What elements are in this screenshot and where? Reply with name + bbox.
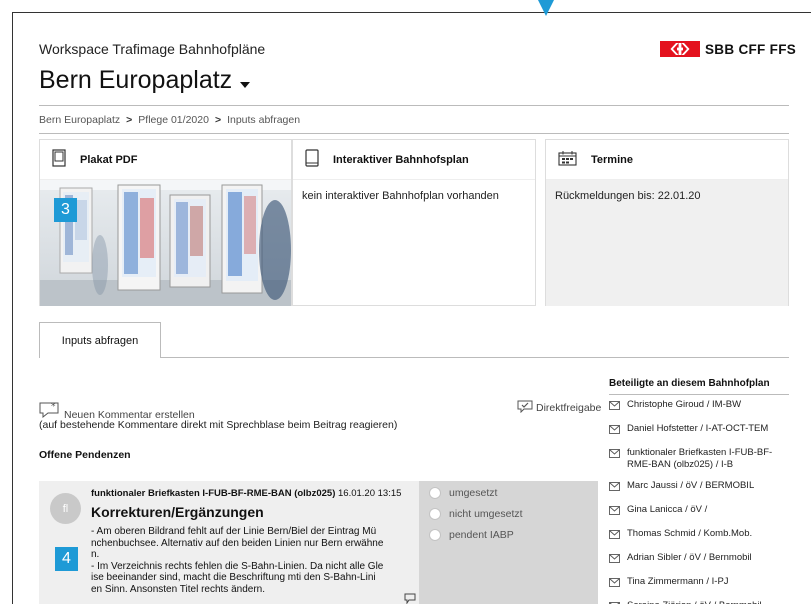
participant-name: Thomas Schmid / Komb.Mob. <box>627 528 753 539</box>
participants-list: Christophe Giroud / IM-BW Daniel Hofstett… <box>609 395 789 604</box>
participants-panel: Beteiligte an diesem Bahnhofplan Christo… <box>609 378 789 604</box>
participant-name: Seraina Ziörjen / öV / Bernmobil <box>627 600 762 604</box>
radio-circle <box>429 529 441 541</box>
status-umgesetzt-radio[interactable]: umgesetzt <box>429 487 497 499</box>
station-photo[interactable]: 3 <box>40 180 291 306</box>
pending-item: fl funktionaler Briefkasten I-FUB-BF-RME… <box>39 481 598 604</box>
breadcrumb-item-station[interactable]: Bern Europaplatz <box>39 114 120 126</box>
breadcrumb: Bern Europaplatz > Pflege 01/2020 > Inpu… <box>39 114 300 126</box>
pending-heading: Offene Pendenzen <box>39 449 131 461</box>
card-text: kein interaktiver Bahnhofplan vorhanden <box>302 190 499 202</box>
radio-circle <box>429 487 441 499</box>
item-text-line: ise beeinander sind, macht die Beschrift… <box>91 572 376 584</box>
participant-name: Daniel Hofstetter / I-AT-OCT-TEM <box>627 423 769 434</box>
envelope-icon <box>609 482 621 495</box>
item-author: funktionaler Briefkasten I-FUB-BF-RME-BA… <box>91 488 336 499</box>
participant-item[interactable]: Marc Jaussi / öV / BERMOBIL <box>609 476 789 500</box>
tab-inputs-abfragen[interactable]: Inputs abfragen <box>39 322 161 358</box>
participant-item[interactable]: Gina Lanicca / öV / <box>609 500 789 524</box>
participant-item[interactable]: Thomas Schmid / Komb.Mob. <box>609 524 789 548</box>
breadcrumb-divider <box>39 133 789 134</box>
svg-text:*: * <box>51 402 56 412</box>
participant-item[interactable]: funktionaler Briefkasten I-FUB-BF-RME-BA… <box>609 443 789 476</box>
radio-label: pendent IABP <box>449 529 514 541</box>
direct-release-button[interactable]: Direktfreigabe <box>517 400 601 416</box>
breadcrumb-item-pflege[interactable]: Pflege 01/2020 <box>138 114 209 126</box>
envelope-icon <box>609 578 621 591</box>
page-title: Bern Europaplatz <box>39 66 233 94</box>
breadcrumb-item-current: Inputs abfragen <box>227 114 301 126</box>
calendar-icon <box>558 150 577 169</box>
envelope-icon <box>609 425 621 438</box>
participant-item[interactable]: Tina Zimmermann / I-PJ <box>609 572 789 596</box>
status-nicht-umgesetzt-radio[interactable]: nicht umgesetzt <box>429 508 523 520</box>
participant-name: Tina Zimmermann / I-PJ <box>627 576 729 587</box>
step-badge: 4 <box>55 547 78 571</box>
breadcrumb-separator: > <box>214 114 222 126</box>
avatar: fl <box>50 493 81 524</box>
participants-heading: Beteiligte an diesem Bahnhofplan <box>609 378 789 395</box>
card-title: Plakat PDF <box>80 153 138 166</box>
window-border-top <box>12 12 811 13</box>
item-date: 16.01.20 13:15 <box>338 488 402 499</box>
participant-name: funktionaler Briefkasten I-FUB-BF-RME-BA… <box>627 447 773 470</box>
participant-name: Marc Jaussi / öV / BERMOBIL <box>627 480 755 491</box>
participant-name: Christophe Giroud / IM-BW <box>627 399 742 410</box>
card-termine[interactable]: Termine Rückmeldungen bis: 22.01.20 <box>545 139 789 306</box>
comment-hint: (auf bestehende Kommentare direkt mit Sp… <box>39 419 398 431</box>
sbb-logo-text: SBB CFF FFS <box>705 41 797 57</box>
tablet-icon <box>305 149 319 170</box>
card-title: Termine <box>591 153 633 166</box>
header-divider <box>39 105 789 106</box>
card-interaktiver-plan[interactable]: Interaktiver Bahnhofsplan kein interakti… <box>292 139 536 306</box>
participant-item[interactable]: Seraina Ziörjen / öV / Bernmobil <box>609 596 789 604</box>
participant-item[interactable]: Daniel Hofstetter / I-AT-OCT-TEM <box>609 419 789 443</box>
card-text: Rückmeldungen bis: 22.01.20 <box>546 180 788 306</box>
participant-item[interactable]: Adrian Sibler / öV / Bernmobil <box>609 548 789 572</box>
radio-label: nicht umgesetzt <box>449 508 523 520</box>
breadcrumb-separator: > <box>126 114 133 126</box>
direct-release-label: Direktfreigabe <box>536 402 602 414</box>
envelope-icon <box>609 554 621 567</box>
new-comment-icon: * <box>39 400 61 421</box>
item-title: Korrekturen/Ergänzungen <box>91 504 264 520</box>
item-text-line: - Am oberen Bildrand fehlt auf der Linie… <box>91 526 377 537</box>
step-badge: 3 <box>54 198 77 222</box>
check-bubble-icon <box>517 400 533 416</box>
sbb-logo-icon <box>660 41 700 57</box>
card-title: Interaktiver Bahnhofsplan <box>333 153 469 166</box>
sbb-logo: SBB CFF FFS <box>660 41 796 57</box>
item-meta: funktionaler Briefkasten I-FUB-BF-RME-BA… <box>91 488 401 499</box>
pointer-marker <box>538 0 554 16</box>
participant-name: Adrian Sibler / öV / Bernmobil <box>627 552 752 563</box>
new-comment-button[interactable]: * Neuen Kommentar erstellen <box>39 400 195 421</box>
radio-circle <box>429 508 441 520</box>
item-text-line: en Sinn. Ansonsten Titel rechts ändern. <box>91 583 265 595</box>
status-pendent-iabp-radio[interactable]: pendent IABP <box>429 529 514 541</box>
tab-divider <box>160 357 789 358</box>
radio-label: umgesetzt <box>449 487 498 499</box>
participant-name: Gina Lanicca / öV / <box>627 504 708 515</box>
window-border-left <box>12 12 13 604</box>
participant-item[interactable]: Christophe Giroud / IM-BW <box>609 395 789 419</box>
status-panel: umgesetzt nicht umgesetzt pendent IABP <box>419 481 598 604</box>
app-title: Workspace Trafimage Bahnhofpläne <box>39 41 266 57</box>
item-text: - Am oberen Bildrand fehlt auf der Linie… <box>91 526 416 596</box>
item-text-line: n. <box>91 549 100 561</box>
poster-icon <box>52 149 66 170</box>
envelope-icon <box>609 530 621 543</box>
caret-down-icon <box>240 81 251 88</box>
station-selector[interactable]: Bern Europaplatz <box>39 66 251 95</box>
envelope-icon <box>609 506 621 519</box>
envelope-icon <box>609 449 621 471</box>
item-text-line: - Im Verzeichnis rechts fehlen die S-Bah… <box>91 560 384 572</box>
envelope-icon <box>609 401 621 414</box>
reply-bubble-icon[interactable] <box>404 591 416 604</box>
card-plakat-pdf[interactable]: Plakat PDF 3 <box>39 139 292 306</box>
item-text-line: nchenbuchsee. Alternativ auf den beiden … <box>91 537 384 549</box>
